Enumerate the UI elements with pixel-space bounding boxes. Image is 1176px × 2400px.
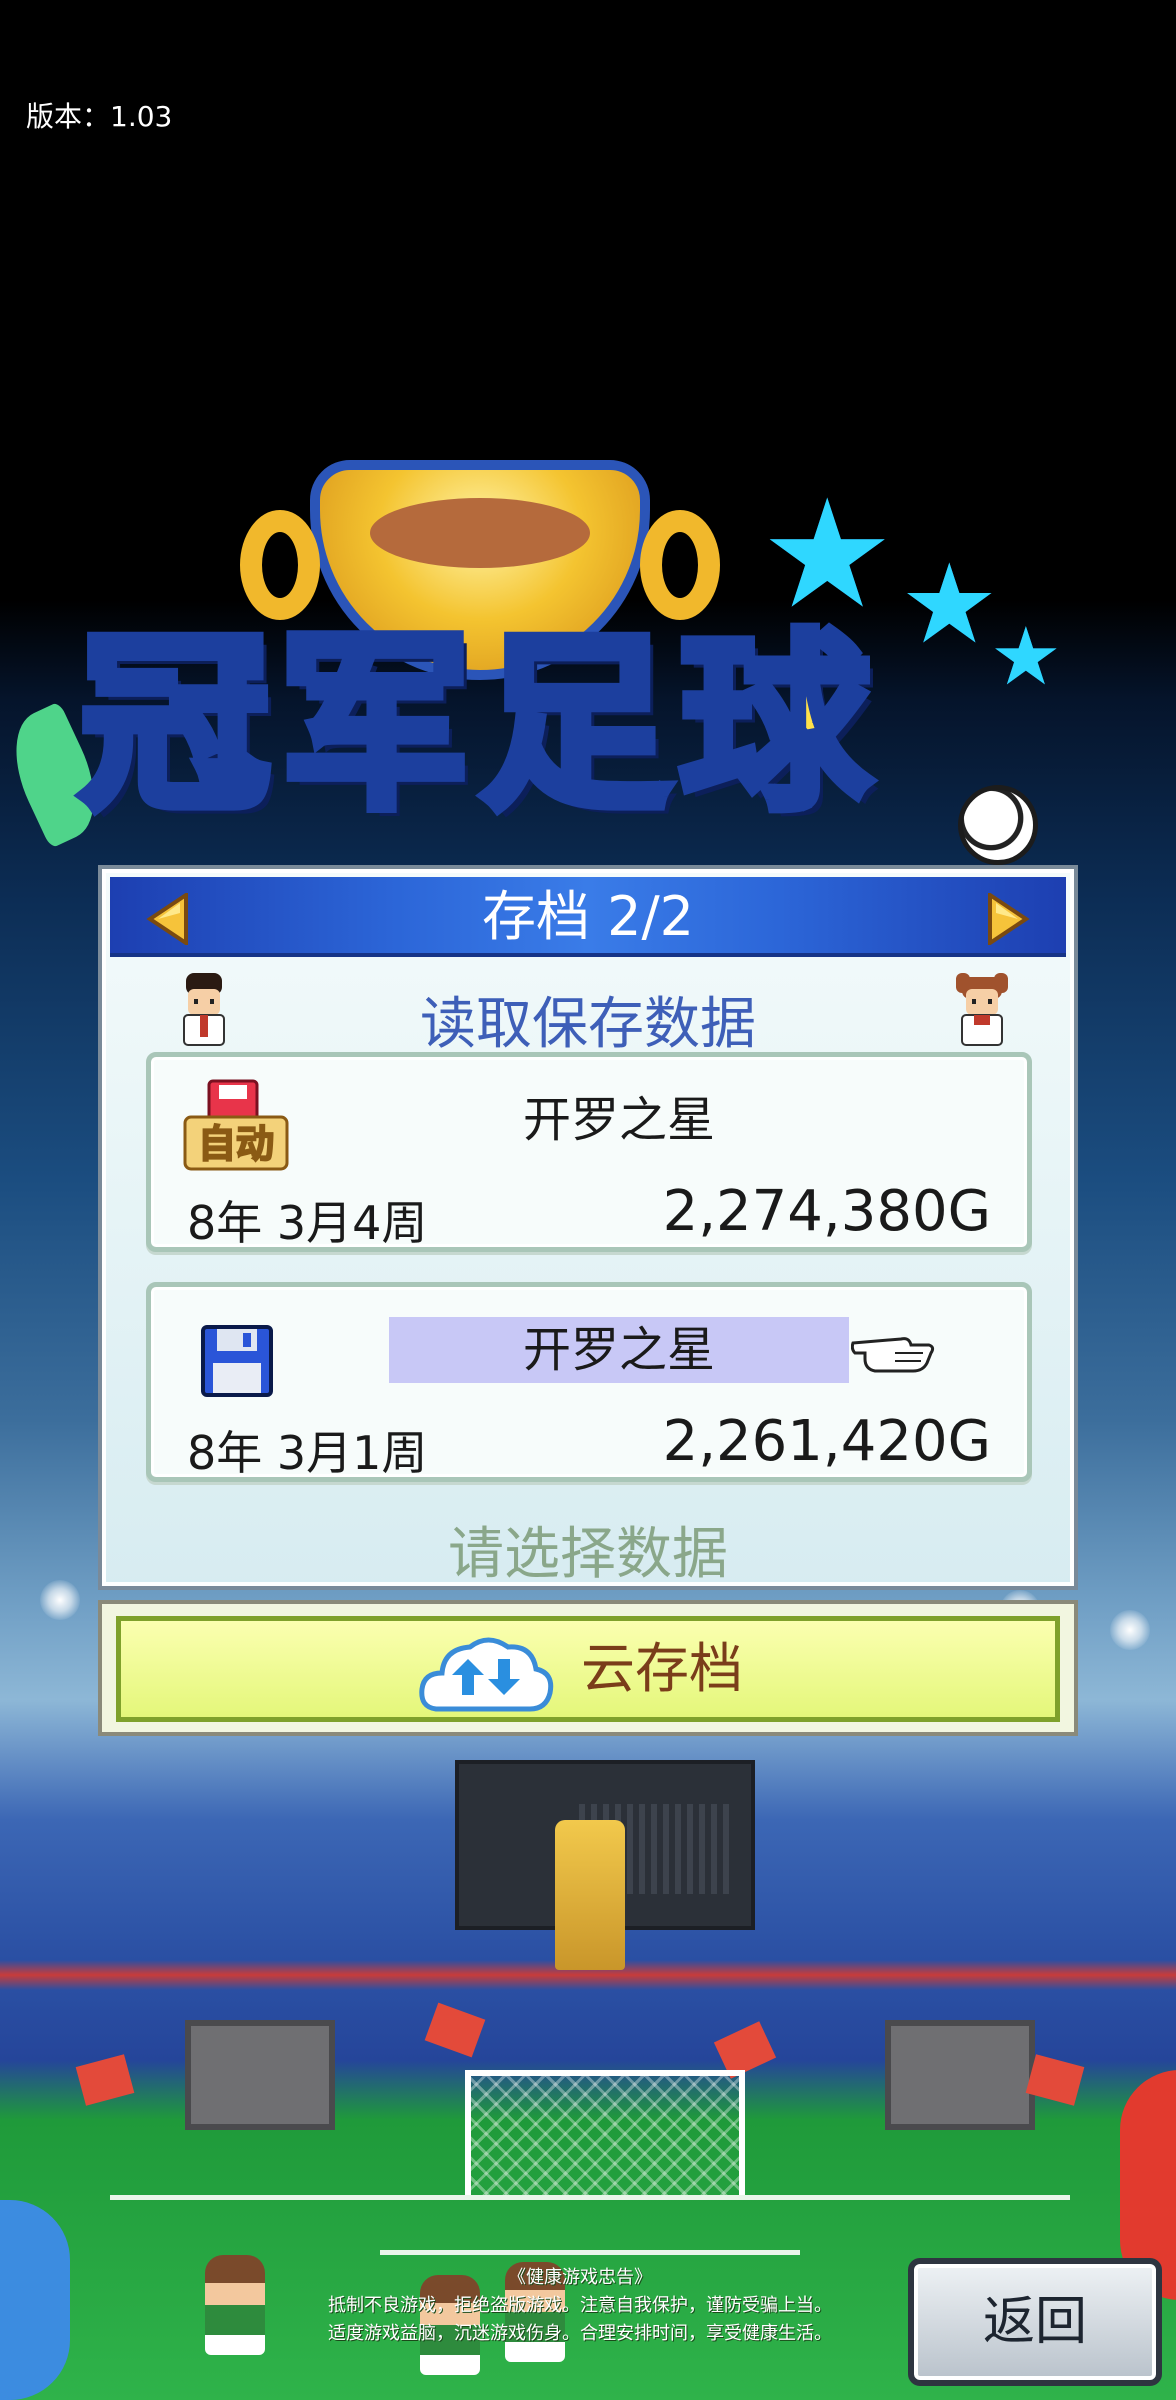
soccer-goal [465,2070,745,2200]
cloud-save-button[interactable]: 云存档 [98,1600,1078,1736]
health-notice-line: 适度游戏益脑，沉迷游戏伤身。合理安排时间，享受健康生活。 [328,2323,832,2344]
save-date: 8年 3月4周 [187,1196,428,1250]
save-name: 开罗之星 [389,1317,849,1383]
stadium-tunnel [185,2020,335,2130]
health-notice-title: 《健康游戏忠告》 [508,2267,652,2288]
mascot [0,2200,70,2400]
prev-page-button[interactable] [146,893,190,945]
panel-title: 存档 2/2 [481,885,695,948]
health-notice-line: 抵制不良游戏，拒绝盗版游戏。注意自我保护，谨防受骗上当。 [328,2295,832,2316]
game-logo: ★ ★ ★ 冠军足球 [0,460,1170,920]
floppy-disk-icon [181,1307,291,1407]
version-label: 版本：1.03 [26,100,173,133]
panel-header: 存档 2/2 [110,877,1066,957]
pitch-line [380,2250,800,2255]
save-name: 开罗之星 [522,1092,715,1148]
health-game-notice: 《健康游戏忠告》 抵制不良游戏，拒绝盗版游戏。注意自我保护，谨防受骗上当。 适度… [300,2264,860,2348]
character-avatar-icon [950,971,1014,1047]
cloud-save-button-face: 云存档 [116,1616,1060,1722]
soccer-ball-icon [958,785,1038,865]
save-slot-manual[interactable]: 开罗之星 8年 3月1周 2,261,420G [146,1282,1032,1482]
back-button[interactable]: 返回 [908,2258,1162,2386]
auto-save-icon: 自动 [181,1077,291,1177]
stadium-tunnel [885,2020,1035,2130]
triangle-right-icon [988,893,1030,945]
panel-subtitle: 读取保存数据 [420,992,756,1057]
save-slot-auto[interactable]: 自动 开罗之星 8年 3月4周 2,274,380G [146,1052,1032,1252]
floodlight [40,1580,80,1620]
pointing-hand-icon [851,1323,935,1377]
trophy-statue [555,1820,625,1970]
select-data-prompt: 请选择数据 [448,1522,728,1587]
player-sprite [205,2255,265,2355]
svg-text:自动: 自动 [198,1122,274,1166]
flag [424,2002,486,2058]
triangle-left-icon [146,893,188,945]
pitch-line [110,2195,1070,2200]
save-money: 2,274,380G [662,1179,991,1244]
save-date: 8年 3月1周 [187,1426,428,1480]
save-money: 2,261,420G [662,1409,991,1474]
cloud-transfer-icon [416,1629,556,1719]
floodlight [1110,1610,1150,1650]
cloud-save-label: 云存档 [581,1637,743,1700]
flag [75,2054,135,2106]
save-data-panel: 存档 2/2 读取保存数据 自动 开罗之星 8年 3月4周 2,274,380G… [98,865,1078,1590]
next-page-button[interactable] [986,893,1030,945]
